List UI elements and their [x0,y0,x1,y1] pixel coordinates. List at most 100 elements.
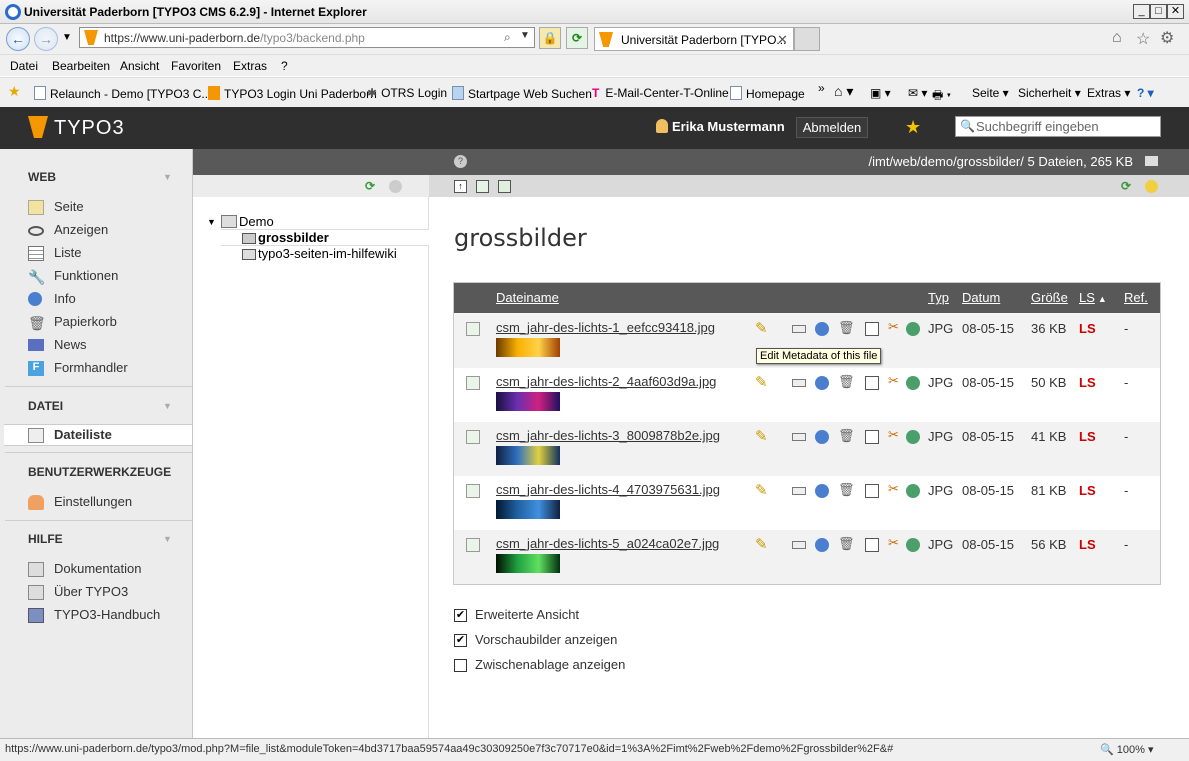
info-icon[interactable] [815,484,829,498]
favorite-link[interactable]: TYPO3 Login Uni Paderborn [208,86,377,101]
menu-favoriten[interactable]: Favoriten [171,59,221,73]
home-icon[interactable]: ⌂ [1112,29,1122,47]
add-icon[interactable] [1145,180,1158,193]
more-favorites-icon[interactable]: » [818,81,825,95]
info-icon[interactable] [815,430,829,444]
cut-icon[interactable]: ✂ [888,481,902,496]
browser-tab[interactable]: Universität Paderborn [TYPO... ✕ [594,27,794,51]
module-section-datei[interactable]: DATEI [28,399,63,413]
menu-extras[interactable]: Extras [233,59,267,73]
module-section-hilfe[interactable]: HILFE [28,532,63,546]
view-icon[interactable] [792,379,806,387]
favorite-link[interactable]: ✱ OTRS Login [367,86,447,100]
favorite-link[interactable]: Homepage [730,86,805,101]
module-anzeigen[interactable]: Anzeigen [54,222,108,237]
edit-metadata-icon[interactable]: ✎ [755,373,769,391]
module-formhandler[interactable]: Formhandler [54,360,128,375]
copy-icon[interactable] [865,430,879,444]
copy-icon[interactable] [865,376,879,390]
history-dropdown-icon[interactable]: ▼ [62,32,72,43]
info-icon[interactable] [815,376,829,390]
menu-sicherheit[interactable]: Sicherheit ▾ [1018,86,1081,100]
help-icon[interactable]: ? [454,155,467,168]
edit-metadata-icon[interactable]: ✎ [755,319,769,337]
lock-icon[interactable]: 🔒 [539,27,561,49]
module-ueber-typo3[interactable]: Über TYPO3 [54,584,128,599]
close-tab-icon[interactable]: ✕ [777,32,788,48]
zoom-level[interactable]: 🔍 100% ▾ [1100,743,1153,756]
module-typo3-handbuch[interactable]: TYPO3-Handbuch [54,607,160,622]
address-dropdown-icon[interactable]: ▼ [520,30,530,41]
mail-icon[interactable]: ✉ ▾ [908,86,927,100]
thumbnail-image[interactable] [496,392,560,411]
view-icon[interactable] [792,433,806,441]
thumbnail-image[interactable] [496,338,560,357]
refresh-icon[interactable]: ⟳ [1121,179,1131,193]
user-name[interactable]: Erika Mustermann [672,119,785,134]
module-funktionen[interactable]: Funktionen [54,268,118,283]
module-papierkorb[interactable]: Papierkorb [54,314,117,329]
copy-icon[interactable] [865,484,879,498]
delete-icon[interactable]: 🗑 [838,536,855,551]
copy-icon[interactable] [865,322,879,336]
thumbnail-image[interactable] [496,500,560,519]
module-section-benutzerwerkzeuge[interactable]: BENUTZERWERKZEUGE [28,465,171,479]
web-preview-icon[interactable] [906,376,920,390]
rss-icon[interactable]: ▣ ▾ [870,86,891,100]
back-button[interactable]: ← [6,27,30,51]
module-info[interactable]: Info [54,291,76,306]
file-name-link[interactable]: csm_jahr-des-lichts-5_a024ca02e7.jpg [496,536,719,551]
menu-seite[interactable]: Seite ▾ [972,86,1009,100]
menu-ansicht[interactable]: Ansicht [120,59,159,73]
search-icon[interactable]: ⌕ [504,30,511,45]
column-header-ref[interactable]: Ref. [1124,290,1148,305]
menu-datei[interactable]: Datei [10,59,38,73]
maximize-button[interactable]: □ [1150,4,1167,19]
refresh-icon[interactable]: ⟳ [365,179,375,193]
info-icon[interactable] [815,322,829,336]
info-icon[interactable] [815,538,829,552]
address-bar[interactable]: https://www.uni-paderborn.de/typo3/backe… [79,27,535,48]
web-preview-icon[interactable] [906,538,920,552]
refresh-icon[interactable]: ⟳ [566,27,588,49]
web-preview-icon[interactable] [906,430,920,444]
web-preview-icon[interactable] [906,484,920,498]
thumbnail-image[interactable] [496,446,560,465]
column-header-date[interactable]: Datum [962,290,1000,305]
edit-metadata-icon[interactable]: ✎ [755,481,769,499]
edit-metadata-icon[interactable]: ✎ [755,535,769,553]
file-name-link[interactable]: csm_jahr-des-lichts-1_eefcc93418.jpg [496,320,715,335]
tree-root[interactable]: Demo [239,214,274,229]
minimize-button[interactable]: _ [1133,4,1150,19]
collapse-icon[interactable]: ▼ [163,401,172,411]
view-icon[interactable] [792,325,806,333]
logout-button[interactable]: Abmelden [796,117,868,138]
cut-icon[interactable]: ✂ [888,373,902,388]
view-icon[interactable] [792,487,806,495]
edit-metadata-icon[interactable]: ✎ [755,427,769,445]
checkbox-zwischenablage[interactable] [454,659,467,672]
web-preview-icon[interactable] [906,322,920,336]
cut-icon[interactable]: ✂ [888,535,902,550]
new-file-icon[interactable] [498,180,511,193]
up-folder-icon[interactable]: ↑ [454,180,467,193]
file-name-link[interactable]: csm_jahr-des-lichts-4_4703975631.jpg [496,482,720,497]
checkbox-vorschaubilder[interactable]: ✔ [454,634,467,647]
file-name-link[interactable]: csm_jahr-des-lichts-3_8009878b2e.jpg [496,428,720,443]
gear-icon[interactable]: ⚙ [1160,28,1174,48]
search-input[interactable] [976,119,1156,134]
checkbox-erweiterte-ansicht[interactable]: ✔ [454,609,467,622]
bookmark-star-icon[interactable]: ★ [905,117,921,138]
print-icon[interactable]: 🖶 ▾ [932,86,951,107]
collapse-icon[interactable]: ▼ [163,172,172,182]
column-header-type[interactable]: Typ [928,290,949,305]
view-icon[interactable] [792,541,806,549]
help-icon[interactable] [389,180,402,193]
favorites-star-icon[interactable]: ☆ [1136,29,1150,49]
delete-icon[interactable]: 🗑 [838,374,855,389]
column-header-filename[interactable]: Dateiname [496,290,559,305]
home-icon[interactable]: ⌂ ▾ [834,83,853,100]
expand-icon[interactable]: ▼ [207,217,216,227]
module-dateiliste[interactable]: Dateiliste [54,427,112,442]
file-name-link[interactable]: csm_jahr-des-lichts-2_4aaf603d9a.jpg [496,374,716,389]
